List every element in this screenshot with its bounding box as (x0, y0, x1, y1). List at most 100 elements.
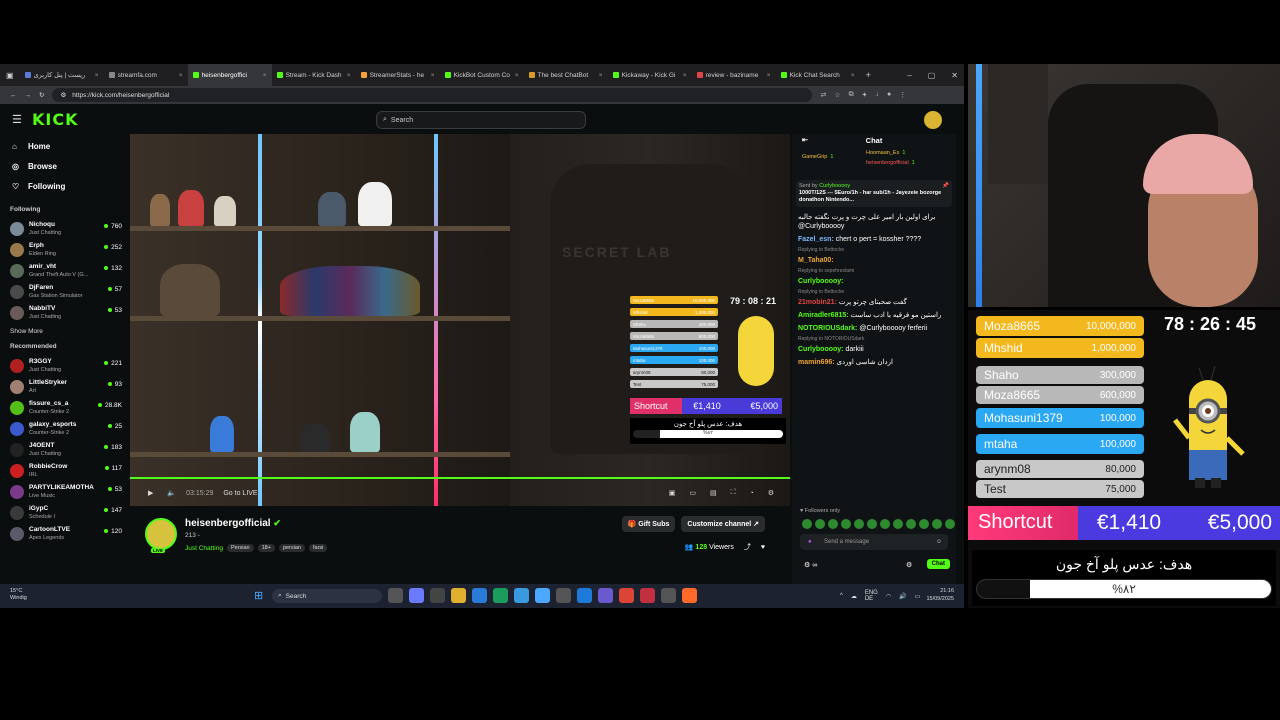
chat-username[interactable]: Amiradler6815: (798, 312, 849, 319)
taskbar-app-icon[interactable] (514, 588, 529, 603)
sidebar-channel[interactable]: amir_vht Grand Theft Auto V (G... 132 (0, 260, 128, 281)
sidebar-channel[interactable]: R3GGY Just Chatting 221 (0, 355, 128, 376)
sidebar-nav-following[interactable]: ♡ Following (0, 176, 128, 196)
chat-input[interactable]: ● Send a message ☺ (800, 534, 948, 550)
sidebar-channel[interactable]: CartoonLTVE Apex Legends 120 (0, 523, 128, 544)
chat-send-button[interactable]: Chat (926, 559, 950, 569)
weather-widget[interactable]: 15°C Windig (10, 588, 27, 602)
taskbar-app-icon[interactable] (682, 588, 697, 603)
menu-icon[interactable]: ⋮ (899, 91, 906, 99)
emote-icon[interactable] (880, 519, 890, 529)
lang-indicator[interactable]: ENG DE (865, 590, 878, 602)
speed-icon[interactable]: ◔ (749, 490, 753, 497)
taskbar-app-icon[interactable] (472, 588, 487, 603)
channel-name[interactable]: heisenbergofficial ✔ (185, 518, 281, 529)
search-input[interactable]: ⌕ Search (376, 111, 586, 129)
chat-message[interactable]: M_Taha00: (792, 254, 956, 267)
points-icon[interactable]: ⚙ (804, 562, 812, 569)
channel-avatar[interactable] (145, 518, 177, 550)
browser-tab[interactable]: The best ChatBot × (524, 64, 608, 86)
emote-icon[interactable] (828, 519, 838, 529)
fullscreen-icon[interactable]: ⛶ (731, 489, 736, 497)
sidebar-channel[interactable]: RobbieCrow IRL 117 (0, 460, 128, 481)
settings-icon[interactable]: ⚙ (768, 489, 774, 497)
sidebar-nav-browse[interactable]: ◎ Browse (0, 156, 128, 176)
address-bar[interactable]: ⚙ https://kick.com/heisenbergofficial (52, 88, 813, 102)
close-tab-icon[interactable]: × (95, 72, 99, 79)
taskbar-app-icon[interactable] (388, 588, 403, 603)
close-tab-icon[interactable]: × (431, 72, 435, 79)
collapse-chat-icon[interactable]: ⇤ (802, 134, 808, 148)
emote-icon[interactable] (906, 519, 916, 529)
browser-tab[interactable]: Stream - Kick Dash × (272, 64, 356, 86)
close-tab-icon[interactable]: × (179, 72, 183, 79)
chat-username[interactable]: 21mobin21: (798, 299, 837, 306)
browser-tab[interactable]: Kick Chat Search × (776, 64, 860, 86)
taskbar-app-icon[interactable] (535, 588, 550, 603)
theater-icon[interactable]: ▭ (689, 489, 696, 497)
taskbar-clock[interactable]: 21:16 15/09/2025 (926, 587, 954, 603)
chat-message[interactable]: برای اولین بار امیر علی چرت و پرت نگفته … (792, 211, 956, 233)
emote-icon[interactable] (802, 519, 812, 529)
chevron-up-icon[interactable]: ^ (840, 593, 843, 599)
chat-message[interactable]: Curlybooooy: (792, 275, 956, 288)
sidebar-channel[interactable]: fissure_cs_a Counter-Strike 2 28.8K (0, 397, 128, 418)
chat-message[interactable]: Fazel_esn: chert o pert = kossher ???? (792, 233, 956, 246)
pip-icon[interactable]: ▤ (710, 489, 717, 497)
top-gifter[interactable]: Hoomaan_Es 1 (866, 150, 905, 156)
chat-message[interactable]: Curlybooooy: darkiii (792, 343, 956, 356)
chat-message[interactable]: mamin696: اردان شاسی اوردی (792, 356, 956, 369)
volume-tray-icon[interactable]: 🔊 (899, 593, 906, 600)
taskbar-app-icon[interactable] (556, 588, 571, 603)
close-icon[interactable]: ✕ (951, 71, 958, 80)
forward-icon[interactable]: → (25, 92, 32, 99)
reload-icon[interactable]: ↻ (39, 91, 44, 99)
chat-settings-icon[interactable]: ⚙ (906, 561, 912, 569)
top-gifter[interactable]: heisenbergofficial 1 (866, 160, 915, 166)
maximize-icon[interactable]: ▢ (928, 71, 936, 80)
sidebar-channel[interactable]: Erph Elden Ring 252 (0, 239, 128, 260)
top-gifter[interactable]: GameGrip 1 (802, 154, 833, 160)
emote-icon[interactable] (854, 519, 864, 529)
tag[interactable]: Persian (226, 544, 254, 552)
video-player[interactable]: SECRET LAB Moza8665 10,000,000 Mhshid 1,000… (130, 134, 790, 506)
taskbar-app-icon[interactable] (598, 588, 613, 603)
chat-message[interactable]: NOTORIOUSdark: @Curlybooooy ferferii (792, 322, 956, 335)
chat-username[interactable]: Curlybooooy: (798, 278, 844, 285)
site-info-icon[interactable]: ⚙ (60, 91, 66, 99)
extensions-icon[interactable]: ✦ (862, 91, 868, 99)
profile-icon[interactable]: ● (887, 91, 891, 99)
extension-icon[interactable]: ⧉ (849, 91, 854, 99)
volume-icon[interactable]: 🔈 (167, 489, 176, 497)
sidebar-toggle-icon[interactable]: ▣ (0, 71, 20, 80)
taskbar-app-icon[interactable] (430, 588, 445, 603)
user-avatar[interactable] (924, 111, 942, 129)
chat-username[interactable]: Curlybooooy: (798, 346, 844, 353)
chat-message[interactable]: Amiradler6815: راستین مو فرقیه با ادب سا… (792, 309, 956, 322)
emote-icon[interactable] (815, 519, 825, 529)
browser-tab[interactable]: StreamerStats - he × (356, 64, 440, 86)
translate-icon[interactable]: ⇄ (820, 91, 826, 99)
hamburger-icon[interactable]: ☰ (12, 113, 22, 126)
follow-icon[interactable]: ♥ (761, 544, 765, 551)
browser-tab[interactable]: streamfa.com × (104, 64, 188, 86)
kick-logo[interactable]: KICK (32, 110, 79, 129)
sidebar-channel[interactable]: NabbiTV Just Chatting 53 (0, 302, 128, 323)
tag[interactable]: 18+ (257, 544, 275, 552)
close-tab-icon[interactable]: × (599, 72, 603, 79)
tag[interactable]: persian (278, 544, 305, 552)
sidebar-channel[interactable]: PARTYLIKEAMOTHA Live Music 53 (0, 481, 128, 502)
pinned-message[interactable]: Sent by Curlybooooy 📌 1000T/12S --- 5Euro… (796, 180, 952, 207)
browser-tab[interactable]: review - baziname × (692, 64, 776, 86)
taskbar-search[interactable]: ⌕ Search (272, 589, 382, 603)
sidebar-channel[interactable]: J4OENT Just Chatting 183 (0, 439, 128, 460)
chat-username[interactable]: mamin696: (798, 359, 835, 366)
chat-username[interactable]: Fazel_esn: (798, 236, 834, 243)
bookmark-icon[interactable]: ☆ (834, 91, 840, 99)
sidebar-channel[interactable]: LittleStryker Art 93 (0, 376, 128, 397)
close-tab-icon[interactable]: × (851, 72, 855, 79)
back-icon[interactable]: ← (10, 92, 17, 99)
close-tab-icon[interactable]: × (767, 72, 771, 79)
taskbar-app-icon[interactable] (577, 588, 592, 603)
emote-icon[interactable] (919, 519, 929, 529)
